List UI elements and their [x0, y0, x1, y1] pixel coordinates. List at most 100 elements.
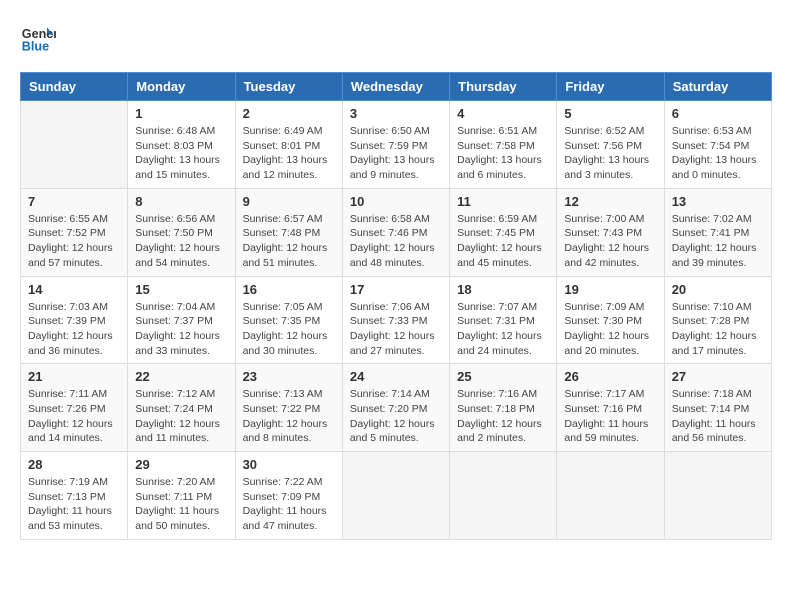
calendar-cell: 12 Sunrise: 7:00 AM Sunset: 7:43 PM Dayli… [557, 188, 664, 276]
calendar-cell: 8 Sunrise: 6:56 AM Sunset: 7:50 PM Daylig… [128, 188, 235, 276]
calendar-cell: 18 Sunrise: 7:07 AM Sunset: 7:31 PM Dayli… [450, 276, 557, 364]
day-info: Sunrise: 6:56 AM Sunset: 7:50 PM Dayligh… [135, 212, 227, 271]
logo-icon: General Blue [20, 20, 56, 56]
calendar-cell: 14 Sunrise: 7:03 AM Sunset: 7:39 PM Dayli… [21, 276, 128, 364]
day-info: Sunrise: 7:10 AM Sunset: 7:28 PM Dayligh… [672, 300, 764, 359]
calendar-cell: 24Sunrise: 7:14 AM Sunset: 7:20 PM Dayli… [342, 364, 449, 452]
weekday-monday: Monday [128, 73, 235, 101]
day-number: 10 [350, 194, 442, 209]
calendar-cell [21, 101, 128, 189]
day-info: Sunrise: 6:48 AM Sunset: 8:03 PM Dayligh… [135, 124, 227, 183]
logo: General Blue [20, 20, 62, 56]
calendar-cell: 29 Sunrise: 7:20 AM Sunset: 7:11 PM Dayli… [128, 452, 235, 540]
weekday-friday: Friday [557, 73, 664, 101]
day-info: Sunrise: 6:53 AM Sunset: 7:54 PM Dayligh… [672, 124, 764, 183]
day-info: Sunrise: 7:09 AM Sunset: 7:30 PM Dayligh… [564, 300, 656, 359]
day-info: Sunrise: 6:49 AM Sunset: 8:01 PM Dayligh… [243, 124, 335, 183]
day-number: 6 [672, 106, 764, 121]
day-number: 28 [28, 457, 120, 472]
day-info: Sunrise: 6:59 AM Sunset: 7:45 PM Dayligh… [457, 212, 549, 271]
day-number: 29 [135, 457, 227, 472]
calendar-cell: 1Sunrise: 6:48 AM Sunset: 8:03 PM Daylig… [128, 101, 235, 189]
day-info: Sunrise: 7:05 AM Sunset: 7:35 PM Dayligh… [243, 300, 335, 359]
day-info: Sunrise: 7:03 AM Sunset: 7:39 PM Dayligh… [28, 300, 120, 359]
calendar-cell: 25 Sunrise: 7:16 AM Sunset: 7:18 PM Dayli… [450, 364, 557, 452]
weekday-header-row: SundayMondayTuesdayWednesdayThursdayFrid… [21, 73, 772, 101]
calendar-cell [450, 452, 557, 540]
day-info: Sunrise: 7:19 AM Sunset: 7:13 PM Dayligh… [28, 475, 120, 534]
day-info: Sunrise: 7:07 AM Sunset: 7:31 PM Dayligh… [457, 300, 549, 359]
calendar-cell: 2 Sunrise: 6:49 AM Sunset: 8:01 PM Daylig… [235, 101, 342, 189]
day-number: 21 [28, 369, 120, 384]
weekday-tuesday: Tuesday [235, 73, 342, 101]
day-number: 19 [564, 282, 656, 297]
calendar-cell: 19 Sunrise: 7:09 AM Sunset: 7:30 PM Dayli… [557, 276, 664, 364]
day-info: Sunrise: 7:13 AM Sunset: 7:22 PM Dayligh… [243, 387, 335, 446]
day-info: Sunrise: 7:18 AM Sunset: 7:14 PM Dayligh… [672, 387, 764, 446]
calendar-cell: 5 Sunrise: 6:52 AM Sunset: 7:56 PM Daylig… [557, 101, 664, 189]
weekday-sunday: Sunday [21, 73, 128, 101]
weekday-thursday: Thursday [450, 73, 557, 101]
calendar-cell: 15Sunrise: 7:04 AM Sunset: 7:37 PM Dayli… [128, 276, 235, 364]
day-number: 8 [135, 194, 227, 209]
calendar-cell: 28 Sunrise: 7:19 AM Sunset: 7:13 PM Dayli… [21, 452, 128, 540]
calendar-cell: 21 Sunrise: 7:11 AM Sunset: 7:26 PM Dayli… [21, 364, 128, 452]
day-info: Sunrise: 7:16 AM Sunset: 7:18 PM Dayligh… [457, 387, 549, 446]
day-info: Sunrise: 7:20 AM Sunset: 7:11 PM Dayligh… [135, 475, 227, 534]
calendar-week-1: 1Sunrise: 6:48 AM Sunset: 8:03 PM Daylig… [21, 101, 772, 189]
day-number: 2 [243, 106, 335, 121]
calendar-cell: 26 Sunrise: 7:17 AM Sunset: 7:16 PM Dayli… [557, 364, 664, 452]
day-info: Sunrise: 7:11 AM Sunset: 7:26 PM Dayligh… [28, 387, 120, 446]
day-info: Sunrise: 6:58 AM Sunset: 7:46 PM Dayligh… [350, 212, 442, 271]
day-number: 7 [28, 194, 120, 209]
calendar-cell [342, 452, 449, 540]
day-number: 3 [350, 106, 442, 121]
day-info: Sunrise: 7:02 AM Sunset: 7:41 PM Dayligh… [672, 212, 764, 271]
calendar-cell [557, 452, 664, 540]
calendar-cell: 16 Sunrise: 7:05 AM Sunset: 7:35 PM Dayli… [235, 276, 342, 364]
calendar-cell: 11 Sunrise: 6:59 AM Sunset: 7:45 PM Dayli… [450, 188, 557, 276]
day-number: 25 [457, 369, 549, 384]
day-info: Sunrise: 7:06 AM Sunset: 7:33 PM Dayligh… [350, 300, 442, 359]
calendar-week-3: 14 Sunrise: 7:03 AM Sunset: 7:39 PM Dayli… [21, 276, 772, 364]
weekday-saturday: Saturday [664, 73, 771, 101]
calendar-cell: 17 Sunrise: 7:06 AM Sunset: 7:33 PM Dayli… [342, 276, 449, 364]
calendar-cell: 4 Sunrise: 6:51 AM Sunset: 7:58 PM Daylig… [450, 101, 557, 189]
day-number: 30 [243, 457, 335, 472]
calendar-table: SundayMondayTuesdayWednesdayThursdayFrid… [20, 72, 772, 540]
calendar-cell: 27 Sunrise: 7:18 AM Sunset: 7:14 PM Dayli… [664, 364, 771, 452]
day-number: 9 [243, 194, 335, 209]
day-info: Sunrise: 7:00 AM Sunset: 7:43 PM Dayligh… [564, 212, 656, 271]
calendar-cell: 22 Sunrise: 7:12 AM Sunset: 7:24 PM Dayli… [128, 364, 235, 452]
calendar-cell: 10 Sunrise: 6:58 AM Sunset: 7:46 PM Dayli… [342, 188, 449, 276]
day-number: 17 [350, 282, 442, 297]
calendar-week-5: 28 Sunrise: 7:19 AM Sunset: 7:13 PM Dayli… [21, 452, 772, 540]
day-number: 4 [457, 106, 549, 121]
day-number: 15 [135, 282, 227, 297]
calendar-cell: 7Sunrise: 6:55 AM Sunset: 7:52 PM Daylig… [21, 188, 128, 276]
day-number: 5 [564, 106, 656, 121]
day-number: 14 [28, 282, 120, 297]
day-info: Sunrise: 7:17 AM Sunset: 7:16 PM Dayligh… [564, 387, 656, 446]
day-number: 12 [564, 194, 656, 209]
day-number: 16 [243, 282, 335, 297]
day-number: 24 [350, 369, 442, 384]
day-info: Sunrise: 6:51 AM Sunset: 7:58 PM Dayligh… [457, 124, 549, 183]
day-info: Sunrise: 6:50 AM Sunset: 7:59 PM Dayligh… [350, 124, 442, 183]
day-info: Sunrise: 7:12 AM Sunset: 7:24 PM Dayligh… [135, 387, 227, 446]
calendar-cell: 9Sunrise: 6:57 AM Sunset: 7:48 PM Daylig… [235, 188, 342, 276]
calendar-cell: 20 Sunrise: 7:10 AM Sunset: 7:28 PM Dayli… [664, 276, 771, 364]
day-number: 11 [457, 194, 549, 209]
day-number: 26 [564, 369, 656, 384]
day-number: 13 [672, 194, 764, 209]
calendar-cell: 23Sunrise: 7:13 AM Sunset: 7:22 PM Dayli… [235, 364, 342, 452]
day-number: 18 [457, 282, 549, 297]
weekday-wednesday: Wednesday [342, 73, 449, 101]
day-number: 20 [672, 282, 764, 297]
page-header: General Blue [20, 20, 772, 56]
day-number: 27 [672, 369, 764, 384]
calendar-cell: 13 Sunrise: 7:02 AM Sunset: 7:41 PM Dayli… [664, 188, 771, 276]
day-info: Sunrise: 6:52 AM Sunset: 7:56 PM Dayligh… [564, 124, 656, 183]
day-number: 22 [135, 369, 227, 384]
svg-text:Blue: Blue [22, 40, 49, 54]
